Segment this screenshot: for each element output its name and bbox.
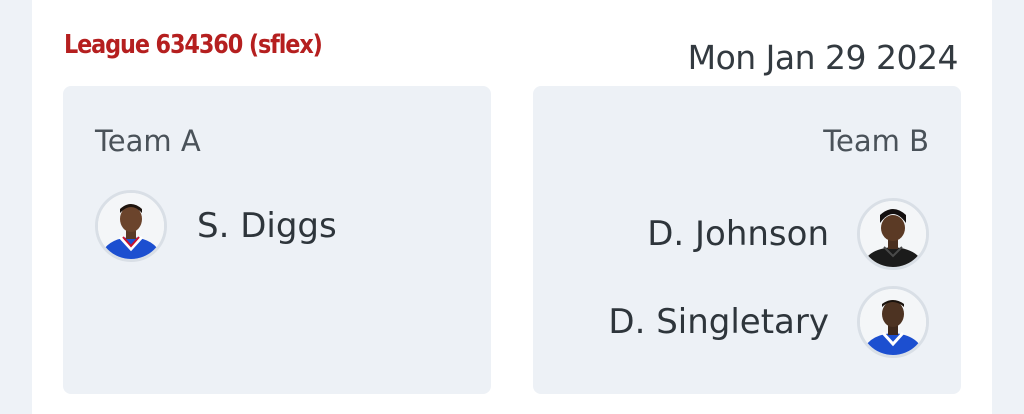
player-row-singletary[interactable]: D. Singletary	[608, 282, 929, 362]
player-name: S. Diggs	[197, 206, 337, 246]
trade-date: Mon Jan 29 2024	[687, 38, 959, 77]
team-b-name: Team B	[823, 124, 929, 158]
player-name: D. Johnson	[647, 214, 829, 254]
player-row-diggs[interactable]: S. Diggs	[95, 186, 337, 266]
player-row-johnson[interactable]: D. Johnson	[647, 194, 929, 274]
team-a-name: Team A	[95, 124, 201, 158]
player-name: D. Singletary	[608, 302, 829, 342]
player-photo-singletary	[857, 286, 929, 358]
team-a-panel: Team A S. Diggs	[63, 86, 491, 394]
league-title[interactable]: League 634360 (sflex)	[64, 30, 323, 60]
player-photo-diggs	[95, 190, 167, 262]
team-b-panel: Team B D. Johnson D. Singletary	[533, 86, 961, 394]
player-photo-johnson	[857, 198, 929, 270]
trade-card: League 634360 (sflex) Mon Jan 29 2024 Te…	[32, 0, 992, 414]
